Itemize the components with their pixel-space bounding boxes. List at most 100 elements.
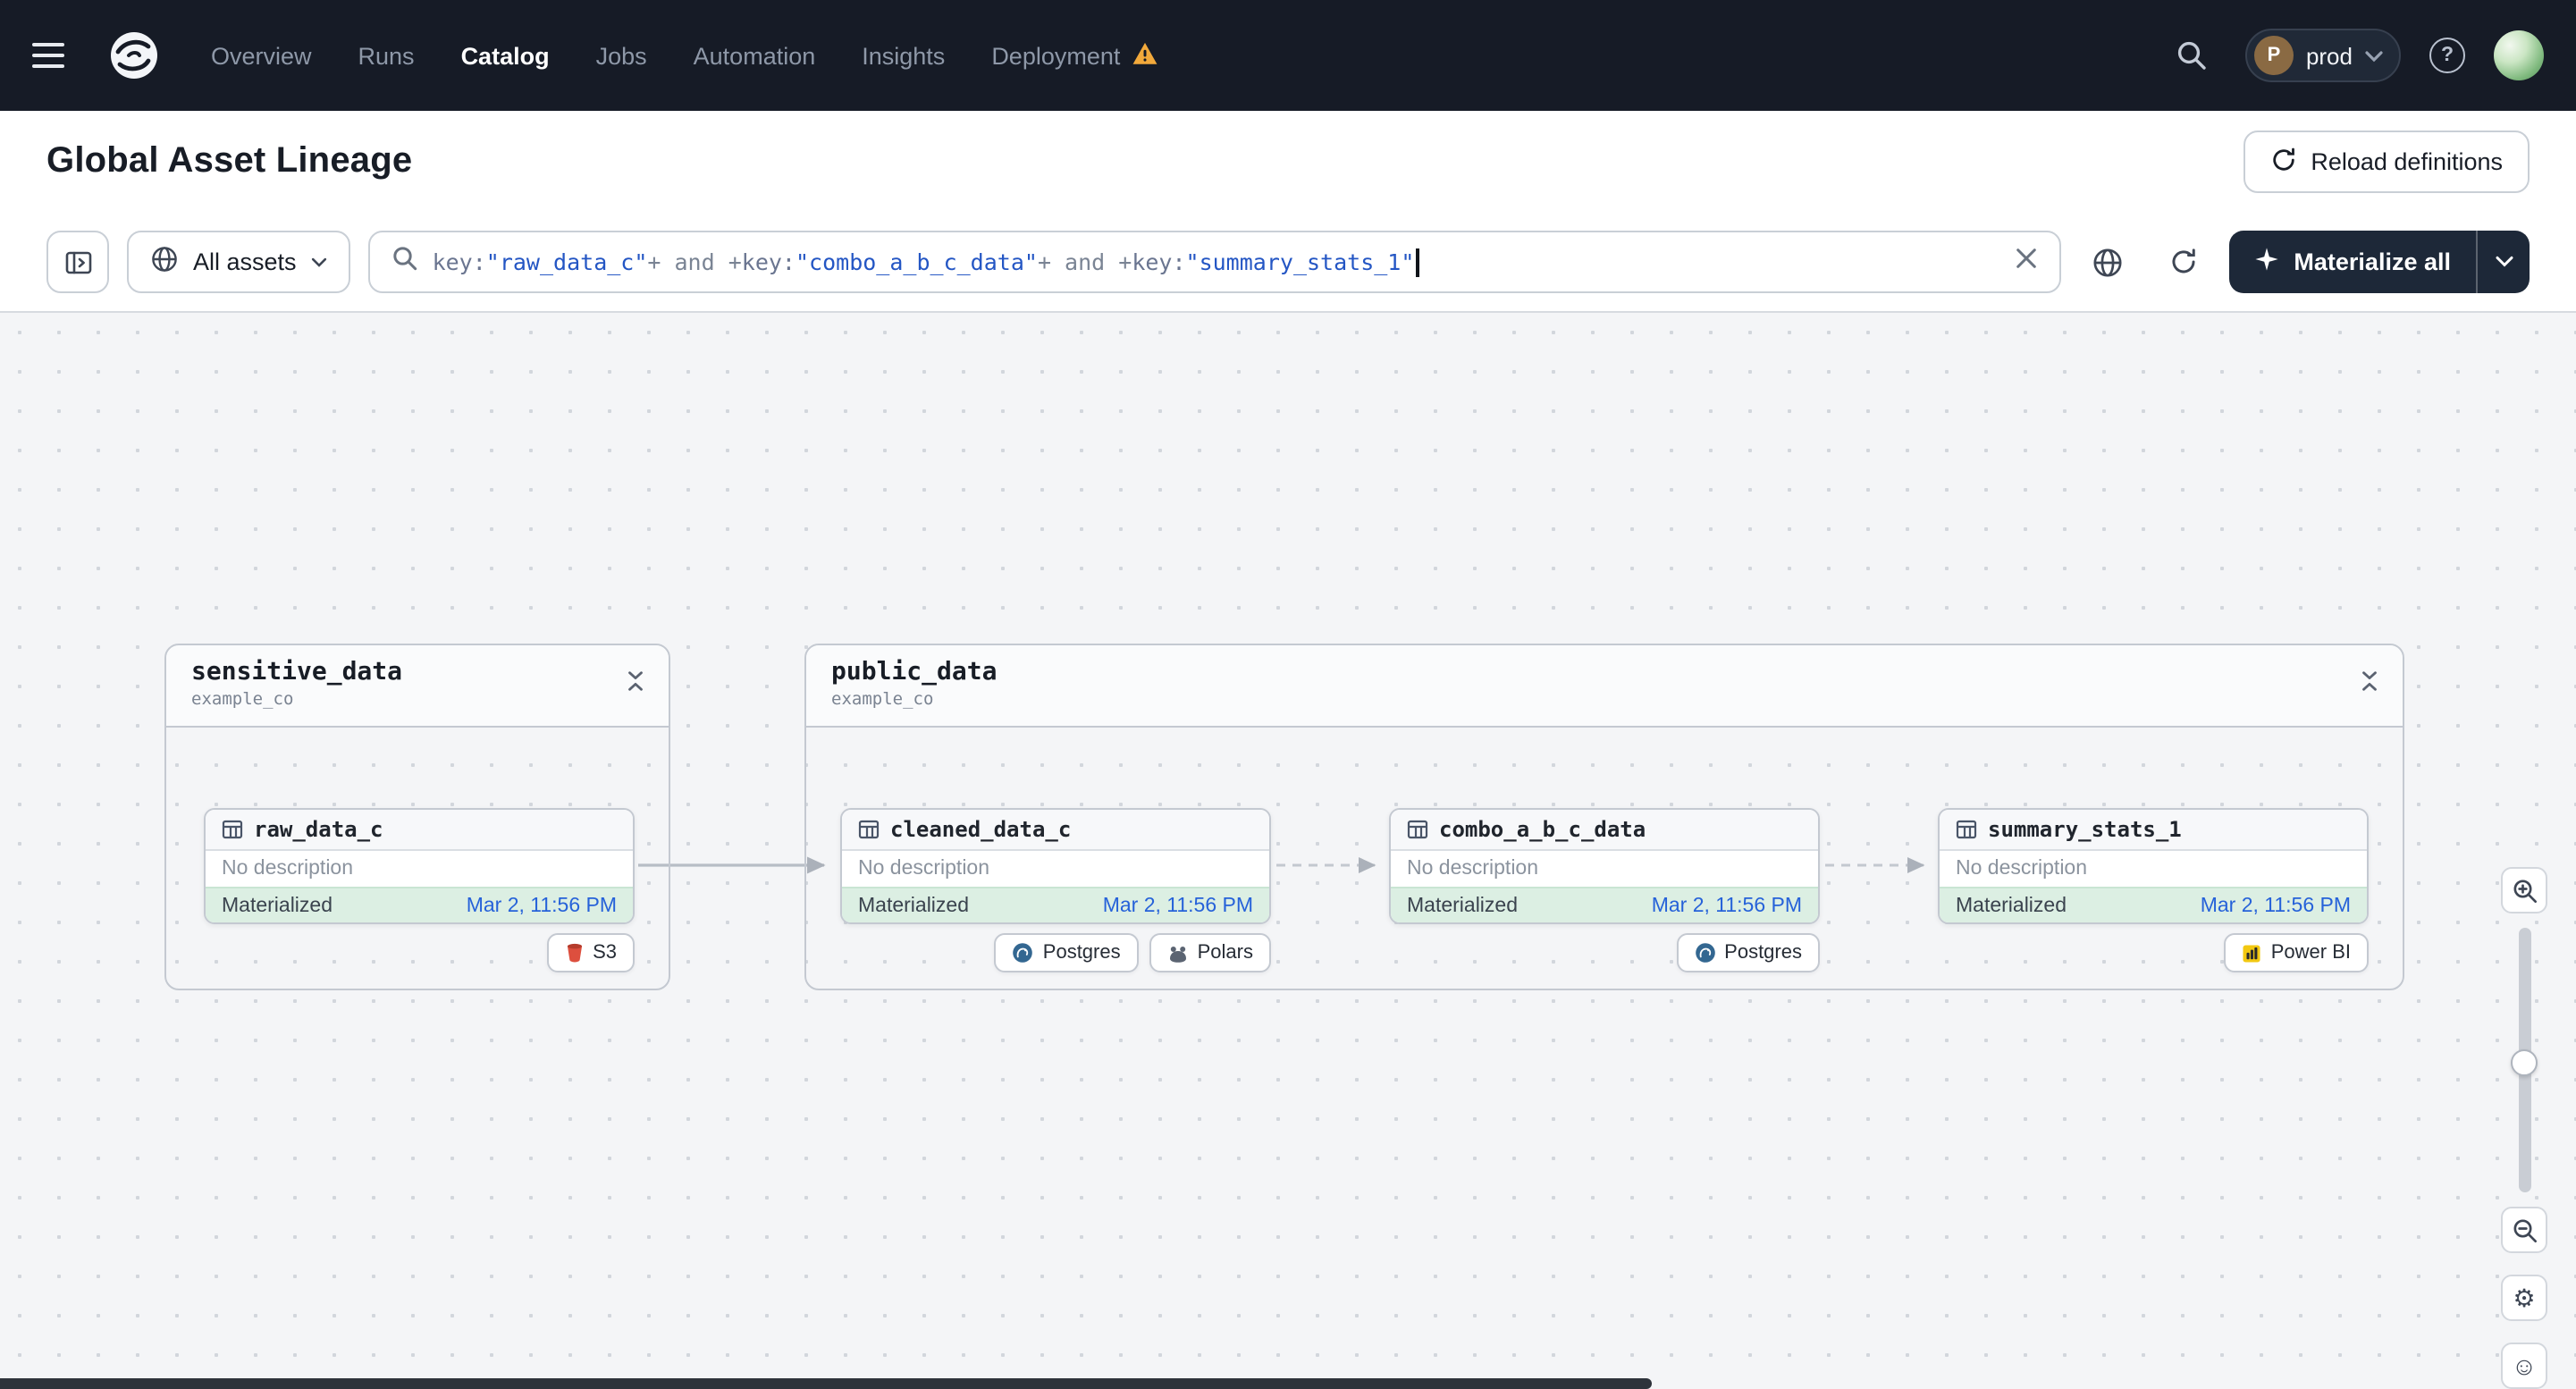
asset-name-row: summary_stats_1 — [1940, 810, 2367, 851]
materialize-all-button[interactable]: Materialize all — [2229, 231, 2476, 293]
lineage-canvas[interactable]: sensitive_data example_co public_data ex… — [0, 313, 2576, 1389]
search-icon — [391, 244, 418, 280]
materialized-status: Materialized — [222, 895, 333, 916]
asset-query-input[interactable]: key: "raw_data_c" + and + key: "combo_a_b_c_… — [367, 231, 2062, 293]
tag-postgres[interactable]: Postgres — [1676, 933, 1820, 972]
deployment-switcher[interactable]: P prod — [2244, 29, 2401, 82]
materialized-status: Materialized — [1956, 895, 2067, 916]
page-header: Global Asset Lineage Reload definitions — [0, 111, 2576, 213]
asset-tags-raw_data_c: S3 — [204, 933, 635, 972]
table-icon — [1956, 820, 1977, 839]
nav-item-catalog[interactable]: Catalog — [461, 42, 550, 69]
reload-definitions-button[interactable]: Reload definitions — [2243, 130, 2530, 193]
reload-definitions-label: Reload definitions — [2311, 148, 2503, 175]
group-title: sensitive_data — [191, 658, 403, 686]
group-header-text: public_data example_co — [831, 658, 997, 710]
text-cursor — [1416, 248, 1419, 276]
gear-icon: ⚙ — [2513, 1283, 2536, 1311]
nav-item-automation[interactable]: Automation — [694, 42, 816, 69]
lineage-toolbar: All assets key: "raw_data_c" + and + key: "c… — [0, 213, 2576, 313]
asset-status-row: Materialized Mar 2, 11:56 PM — [842, 887, 1269, 922]
materialization-timestamp[interactable]: Mar 2, 11:56 PM — [467, 895, 617, 916]
tag-label: S3 — [593, 942, 617, 964]
materialize-all-label: Materialize all — [2294, 248, 2451, 275]
asset-status-row: Materialized Mar 2, 11:56 PM — [1940, 887, 2367, 922]
view-controls: ⚙ ☺ — [2501, 867, 2547, 1389]
collapse-group-icon[interactable] — [624, 669, 647, 703]
asset-tags-summary_stats_1: Power BI — [1938, 933, 2369, 972]
postgres-icon — [1695, 943, 1714, 963]
nav-item-insights[interactable]: Insights — [862, 42, 945, 69]
graph-settings-button[interactable]: ⚙ — [2501, 1275, 2547, 1321]
group-header-text: sensitive_data example_co — [191, 658, 402, 710]
asset-name-row: combo_a_b_c_data — [1391, 810, 1818, 851]
chevron-down-icon — [2365, 50, 2383, 62]
asset-tags-cleaned_data_c: Postgres Polars — [840, 933, 1271, 972]
asset-node-summary_stats_1[interactable]: summary_stats_1 No description Materiali… — [1938, 808, 2369, 924]
tag-postgres[interactable]: Postgres — [994, 933, 1139, 972]
asset-scope-dropdown[interactable]: All assets — [127, 231, 350, 293]
tag-label: Power BI — [2270, 942, 2351, 964]
tag-polars[interactable]: Polars — [1149, 933, 1271, 972]
powerbi-icon — [2243, 944, 2261, 962]
horizontal-scrollbar-thumb[interactable] — [0, 1378, 1652, 1389]
zoom-slider[interactable] — [2501, 928, 2547, 1192]
hamburger-menu-icon[interactable] — [32, 34, 75, 77]
asset-name: raw_data_c — [254, 817, 383, 842]
refresh-button[interactable] — [2154, 233, 2211, 290]
group-header: public_data example_co — [806, 645, 2403, 728]
toggle-left-panel-button[interactable] — [46, 231, 109, 293]
feedback-button[interactable]: ☺ — [2501, 1343, 2547, 1389]
zoom-out-button[interactable] — [2501, 1207, 2547, 1253]
asset-node-cleaned_data_c[interactable]: cleaned_data_c No description Materializ… — [840, 808, 1271, 924]
dagster-logo[interactable] — [100, 21, 168, 89]
tag-power-bi[interactable]: Power BI — [2224, 933, 2369, 972]
asset-name-row: cleaned_data_c — [842, 810, 1269, 851]
nav-right-cluster: P prod ? — [2167, 29, 2544, 82]
table-icon — [1407, 820, 1428, 839]
materialize-all-split-button: Materialize all — [2229, 231, 2530, 293]
nav-item-jobs[interactable]: Jobs — [596, 42, 647, 69]
user-avatar[interactable] — [2494, 30, 2544, 80]
graph-view-globe-button[interactable] — [2079, 233, 2136, 290]
tag-s3[interactable]: S3 — [546, 933, 635, 972]
asset-node-raw_data_c[interactable]: raw_data_c No description Materialized M… — [204, 808, 635, 924]
materialized-status: Materialized — [858, 895, 969, 916]
query-text: key: "raw_data_c" + and + key: "combo_a_b_c_… — [433, 248, 2001, 276]
top-nav: Overview Runs Catalog Jobs Automation In… — [0, 0, 2576, 111]
clear-query-icon[interactable] — [2015, 246, 2038, 278]
group-subtitle: example_co — [191, 690, 294, 710]
table-icon — [222, 820, 243, 839]
nav-links: Overview Runs Catalog Jobs Automation In… — [211, 40, 1158, 71]
materialized-status: Materialized — [1407, 895, 1518, 916]
search-icon[interactable] — [2167, 30, 2217, 80]
asset-description: No description — [1407, 858, 1539, 880]
materialization-timestamp[interactable]: Mar 2, 11:56 PM — [2201, 895, 2351, 916]
asset-status-row: Materialized Mar 2, 11:56 PM — [206, 887, 633, 922]
nav-item-deployment[interactable]: Deployment — [991, 40, 1158, 71]
reload-icon — [2269, 146, 2296, 178]
page-title: Global Asset Lineage — [46, 141, 413, 181]
asset-node-combo_a_b_c_data[interactable]: combo_a_b_c_data No description Material… — [1389, 808, 1820, 924]
help-icon[interactable]: ? — [2429, 38, 2465, 73]
sparkle-icon — [2254, 247, 2279, 277]
app-root: Overview Runs Catalog Jobs Automation In… — [0, 0, 2576, 1389]
materialization-timestamp[interactable]: Mar 2, 11:56 PM — [1652, 895, 1802, 916]
tag-label: Postgres — [1042, 942, 1121, 964]
polars-icon — [1169, 946, 1186, 962]
chevron-down-icon — [311, 257, 326, 266]
nav-item-runs[interactable]: Runs — [358, 42, 415, 69]
asset-tags-combo_a_b_c_data: Postgres — [1389, 933, 1820, 972]
s3-icon — [566, 943, 582, 963]
materialize-options-button[interactable] — [2476, 231, 2530, 293]
warning-icon — [1131, 40, 1158, 71]
nav-item-overview[interactable]: Overview — [211, 42, 312, 69]
zoom-in-button[interactable] — [2501, 867, 2547, 913]
zoom-slider-knob[interactable] — [2511, 1049, 2538, 1076]
materialization-timestamp[interactable]: Mar 2, 11:56 PM — [1103, 895, 1253, 916]
asset-name-row: raw_data_c — [206, 810, 633, 851]
asset-description: No description — [1956, 858, 2088, 880]
deployment-avatar: P — [2253, 36, 2294, 75]
collapse-group-icon[interactable] — [2358, 669, 2381, 703]
asset-name: combo_a_b_c_data — [1439, 817, 1646, 842]
